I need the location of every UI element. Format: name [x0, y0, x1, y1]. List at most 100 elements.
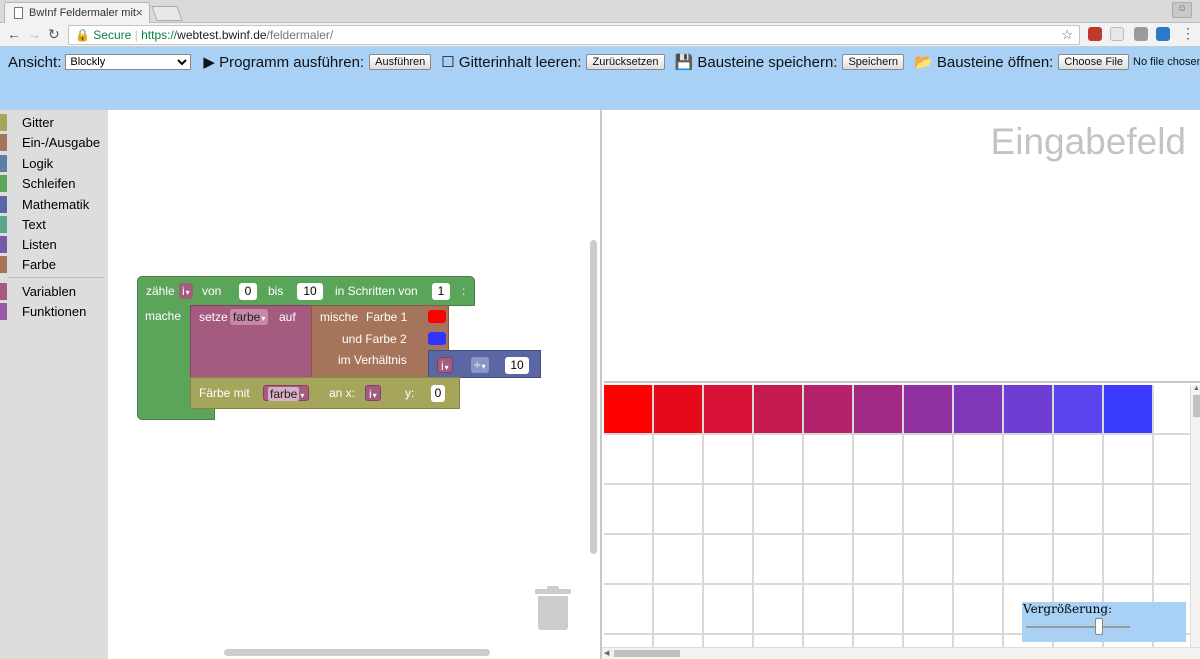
view-select[interactable]: Blockly	[65, 54, 192, 70]
grid-cell	[704, 535, 754, 585]
zoom-slider-handle[interactable]	[1094, 618, 1103, 635]
category-listen[interactable]: Listen	[0, 234, 108, 254]
category-label: Gitter	[22, 115, 54, 130]
address-bar[interactable]: 🔒 Secure | https://webtest.bwinf.de/feld…	[68, 25, 1080, 45]
browser-tab[interactable]: BwInf Feldermaler mit ×	[4, 2, 150, 23]
scroll-left-icon[interactable]: ◀	[604, 649, 609, 657]
grid-horizontal-scrollbar[interactable]: ◀	[602, 647, 1200, 659]
loop-count-label: zähle	[146, 284, 175, 298]
divide-variable-dropdown[interactable]: i▾	[437, 357, 453, 373]
category-mathematik[interactable]: Mathematik	[0, 194, 108, 214]
grid-cell	[854, 385, 904, 435]
loop-variable-dropdown[interactable]: i▾	[179, 283, 193, 299]
scrollbar-thumb[interactable]	[614, 650, 680, 657]
grid-cell	[904, 635, 954, 647]
paint-x-variable[interactable]: i▾	[365, 385, 381, 401]
set-variable-block[interactable]: setze farbe▾ auf	[190, 305, 312, 378]
blend-colour1-label: Farbe 1	[366, 310, 408, 324]
paint-label: Färbe mit	[199, 386, 250, 400]
input-field[interactable]: Eingabefeld	[604, 110, 1200, 383]
category-variablen[interactable]: Variablen	[0, 281, 108, 301]
zoom-label: Vergrößerung:	[1023, 602, 1113, 616]
grid-cell	[654, 585, 704, 635]
category-funktionen[interactable]: Funktionen	[0, 301, 108, 321]
category-label: Text	[22, 217, 46, 232]
loop-colon: :	[462, 284, 466, 298]
new-tab-button[interactable]	[151, 6, 183, 21]
extension-icon[interactable]	[1110, 27, 1124, 41]
grid-vertical-scrollbar[interactable]: ▲	[1190, 385, 1200, 647]
loop-to-value[interactable]: 10	[297, 283, 323, 300]
grid-cell	[754, 485, 804, 535]
paint-variable-name: farbe	[268, 387, 300, 401]
for-loop-block[interactable]: zähle i▾ von 0 bis 10 in Schritten von 1…	[137, 276, 475, 306]
zoom-slider-track[interactable]	[1026, 626, 1130, 628]
set-variable-dropdown[interactable]: farbe▾	[230, 309, 269, 325]
workspace-horizontal-scrollbar[interactable]	[224, 649, 490, 656]
puzzle-extension-icon[interactable]	[1134, 27, 1148, 41]
category-label: Listen	[22, 237, 57, 252]
back-icon[interactable]: ←	[7, 26, 21, 42]
grid-cell	[1004, 435, 1054, 485]
grid-cell	[754, 635, 804, 647]
grid-cell	[904, 485, 954, 535]
loop-step-value[interactable]: 1	[432, 283, 450, 300]
category-ein-ausgabe[interactable]: Ein-/Ausgabe	[0, 132, 108, 152]
category-color-swatch	[0, 236, 7, 253]
url-path: /feldermaler/	[266, 28, 334, 42]
reload-icon[interactable]: ↻	[48, 26, 60, 43]
loop-from-label: von	[202, 284, 222, 298]
paint-cell-block[interactable]: Färbe mit farbe ▾ an x: i▾ y: 0	[190, 377, 460, 409]
grid-cell	[904, 535, 954, 585]
blockly-workspace[interactable]: zähle i▾ von 0 bis 10 in Schritten von 1…	[108, 110, 600, 659]
trash-body	[538, 596, 568, 630]
grid-cell	[704, 385, 754, 435]
category-text[interactable]: Text	[0, 214, 108, 234]
category-color-swatch	[0, 283, 7, 300]
grid-cell	[1054, 385, 1104, 435]
ublock-extension-icon[interactable]	[1088, 27, 1102, 41]
run-button[interactable]: Ausführen	[369, 54, 432, 70]
category-color-swatch	[0, 303, 7, 320]
trash-can-icon[interactable]	[535, 586, 571, 632]
divide-block[interactable]: i▾ ÷▾ 10	[428, 350, 541, 378]
paint-colour-variable[interactable]: farbe ▾	[263, 385, 310, 401]
category-gitter[interactable]: Gitter	[0, 112, 108, 132]
category-schleifen[interactable]: Schleifen	[0, 173, 108, 193]
loop-body-rail[interactable]: mache	[137, 305, 190, 415]
grid-cell	[704, 635, 754, 647]
scroll-up-icon[interactable]: ▲	[1193, 385, 1200, 392]
browser-tab-strip: BwInf Feldermaler mit × ☺	[0, 0, 1200, 23]
forward-icon[interactable]: →	[27, 26, 41, 42]
grid-cell	[654, 435, 704, 485]
colour2-swatch[interactable]	[428, 332, 446, 345]
menu-icon[interactable]: ⋮	[1181, 25, 1195, 42]
document-icon	[14, 7, 23, 19]
category-color-swatch	[0, 114, 7, 131]
grid-cell	[704, 435, 754, 485]
bookmark-star-icon[interactable]: ☆	[1061, 27, 1073, 43]
paint-x-name: i	[369, 387, 372, 401]
paint-y-value[interactable]: 0	[431, 385, 445, 402]
colour1-swatch[interactable]	[428, 310, 446, 323]
output-panel: Eingabefeld ▲ ◀ Vergrößerung:	[600, 110, 1200, 659]
choose-file-button[interactable]: Choose File	[1058, 54, 1130, 70]
reset-button[interactable]: Zurücksetzen	[586, 54, 665, 70]
close-tab-icon[interactable]: ×	[135, 5, 143, 20]
scrollbar-thumb[interactable]	[1193, 395, 1200, 417]
operator-dropdown[interactable]: ÷▾	[471, 357, 489, 373]
blend-colour2-label: und Farbe 2	[342, 332, 407, 346]
category-logik[interactable]: Logik	[0, 153, 108, 173]
chevron-down-icon: ▾	[372, 391, 377, 400]
save-button[interactable]: Speichern	[842, 54, 904, 70]
grid-cell	[954, 485, 1004, 535]
category-farbe[interactable]: Farbe	[0, 254, 108, 274]
translate-extension-icon[interactable]	[1156, 27, 1170, 41]
profile-icon[interactable]: ☺	[1172, 2, 1192, 18]
workspace-vertical-scrollbar[interactable]	[590, 240, 597, 554]
divide-variable-name: i	[441, 359, 444, 373]
loop-from-value[interactable]: 0	[239, 283, 257, 300]
divisor-value[interactable]: 10	[505, 357, 529, 374]
grid-cell	[854, 535, 904, 585]
grid-cell	[804, 435, 854, 485]
